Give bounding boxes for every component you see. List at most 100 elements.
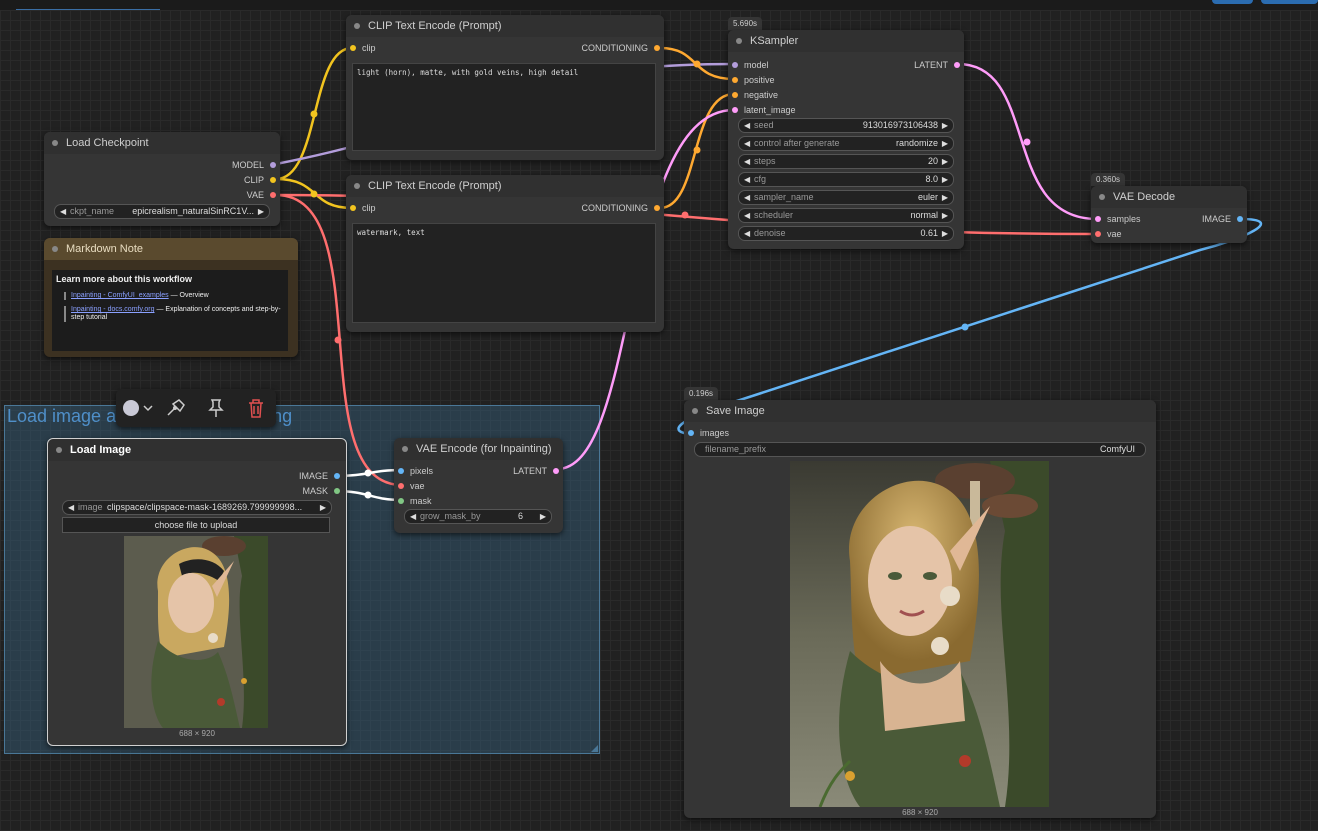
arrow-left-icon[interactable]: ◀ — [410, 510, 416, 523]
output-slot-latent[interactable]: LATENT — [513, 466, 559, 476]
input-slot-mask[interactable]: mask — [398, 496, 432, 506]
scheduler-widget[interactable]: ◀ scheduler normal ▶ — [738, 208, 954, 223]
top-action-button[interactable] — [1261, 0, 1318, 4]
slot-dot-icon[interactable] — [270, 162, 276, 168]
input-slot-clip[interactable]: clip — [350, 203, 376, 213]
arrow-right-icon[interactable]: ▶ — [942, 119, 948, 132]
examples-link[interactable]: Inpainting - ComfyUI_examples — [71, 292, 169, 299]
slot-dot-icon[interactable] — [553, 468, 559, 474]
input-slot-images[interactable]: images — [688, 428, 729, 438]
node-title[interactable]: VAE Encode (for Inpainting) — [394, 438, 563, 460]
output-image-preview[interactable] — [790, 461, 1049, 807]
input-slot-samples[interactable]: samples — [1095, 214, 1141, 224]
load-image-node[interactable]: Load Image IMAGE MASK ◀ image clipspace/… — [47, 438, 347, 746]
cfg-widget[interactable]: ◀ cfg 8.0 ▶ — [738, 172, 954, 187]
output-slot-image[interactable]: IMAGE — [1202, 214, 1243, 224]
slot-dot-icon[interactable] — [1095, 216, 1101, 222]
slot-dot-icon[interactable] — [398, 498, 404, 504]
slot-dot-icon[interactable] — [688, 430, 694, 436]
collapse-dot-icon[interactable] — [736, 38, 742, 44]
node-title[interactable]: KSampler — [728, 30, 964, 52]
slot-dot-icon[interactable] — [1095, 231, 1101, 237]
pin-button[interactable] — [204, 398, 228, 418]
top-action-button[interactable] — [1212, 0, 1253, 4]
arrow-right-icon[interactable]: ▶ — [942, 209, 948, 222]
input-slot-clip[interactable]: clip — [350, 43, 376, 53]
ckpt-name-combo[interactable]: ◀ ckpt_name epicrealism_naturalSinRC1V..… — [54, 204, 270, 219]
save-image-node[interactable]: Save Image images filename_prefix ComfyU… — [684, 400, 1156, 818]
bypass-button[interactable] — [164, 398, 188, 418]
color-picker-button[interactable] — [121, 398, 153, 418]
arrow-left-icon[interactable]: ◀ — [60, 205, 66, 218]
node-title[interactable]: Markdown Note — [44, 238, 298, 260]
arrow-right-icon[interactable]: ▶ — [942, 227, 948, 240]
slot-dot-icon[interactable] — [270, 192, 276, 198]
output-slot-conditioning[interactable]: CONDITIONING — [582, 43, 660, 53]
ksampler-node[interactable]: KSampler model positive negative latent_… — [728, 30, 964, 249]
node-title[interactable]: CLIP Text Encode (Prompt) — [346, 15, 664, 37]
output-slot-clip[interactable]: CLIP — [244, 175, 276, 185]
arrow-right-icon[interactable]: ▶ — [320, 501, 326, 514]
arrow-right-icon[interactable]: ▶ — [942, 155, 948, 168]
workflow-tab[interactable] — [16, 0, 160, 10]
node-title[interactable]: Load Checkpoint — [44, 132, 280, 154]
input-slot-negative[interactable]: negative — [732, 90, 778, 100]
load-checkpoint-node[interactable]: Load Checkpoint MODEL CLIP VAE ◀ ckpt_na… — [44, 132, 280, 226]
input-slot-vae[interactable]: vae — [1095, 229, 1122, 239]
input-image-preview[interactable] — [124, 536, 268, 728]
filename-prefix-widget[interactable]: filename_prefix ComfyUI — [694, 442, 1146, 457]
slot-dot-icon[interactable] — [732, 77, 738, 83]
collapse-dot-icon[interactable] — [52, 140, 58, 146]
arrow-left-icon[interactable]: ◀ — [744, 137, 750, 150]
slot-dot-icon[interactable] — [654, 45, 660, 51]
output-slot-image[interactable]: IMAGE — [299, 471, 340, 481]
slot-dot-icon[interactable] — [334, 473, 340, 479]
group-resize-handle[interactable] — [591, 745, 598, 752]
slot-dot-icon[interactable] — [654, 205, 660, 211]
arrow-right-icon[interactable]: ▶ — [942, 191, 948, 204]
slot-dot-icon[interactable] — [954, 62, 960, 68]
sampler-name-widget[interactable]: ◀ sampler_name euler ▶ — [738, 190, 954, 205]
output-slot-conditioning[interactable]: CONDITIONING — [582, 203, 660, 213]
slot-dot-icon[interactable] — [398, 483, 404, 489]
steps-widget[interactable]: ◀ steps 20 ▶ — [738, 154, 954, 169]
denoise-widget[interactable]: ◀ denoise 0.61 ▶ — [738, 226, 954, 241]
slot-dot-icon[interactable] — [732, 107, 738, 113]
input-slot-pixels[interactable]: pixels — [398, 466, 433, 476]
arrow-left-icon[interactable]: ◀ — [68, 501, 74, 514]
choose-file-upload-button[interactable]: choose file to upload — [62, 517, 330, 533]
node-title[interactable]: Save Image — [684, 400, 1156, 422]
collapse-dot-icon[interactable] — [354, 23, 360, 29]
collapse-dot-icon[interactable] — [692, 408, 698, 414]
collapse-dot-icon[interactable] — [354, 183, 360, 189]
prompt-textarea[interactable]: watermark, text — [352, 223, 656, 323]
input-slot-positive[interactable]: positive — [732, 75, 775, 85]
arrow-left-icon[interactable]: ◀ — [744, 209, 750, 222]
collapse-dot-icon[interactable] — [1099, 194, 1105, 200]
docs-link[interactable]: Inpainting - docs.comfy.org — [71, 306, 155, 313]
arrow-right-icon[interactable]: ▶ — [258, 205, 264, 218]
output-slot-vae[interactable]: VAE — [247, 190, 276, 200]
seed-widget[interactable]: ◀ seed 913016973106438 ▶ — [738, 118, 954, 133]
vae-decode-node[interactable]: VAE Decode samples vae IMAGE — [1091, 186, 1247, 243]
grow-mask-by-widget[interactable]: ◀ grow_mask_by 6 ▶ — [404, 509, 552, 524]
slot-dot-icon[interactable] — [350, 45, 356, 51]
control-after-generate-widget[interactable]: ◀ control after generate randomize ▶ — [738, 136, 954, 151]
slot-dot-icon[interactable] — [732, 92, 738, 98]
slot-dot-icon[interactable] — [350, 205, 356, 211]
slot-dot-icon[interactable] — [1237, 216, 1243, 222]
input-slot-latent-image[interactable]: latent_image — [732, 105, 796, 115]
output-slot-mask[interactable]: MASK — [302, 486, 340, 496]
arrow-right-icon[interactable]: ▶ — [942, 173, 948, 186]
markdown-note-node[interactable]: Markdown Note Learn more about this work… — [44, 238, 298, 357]
node-title[interactable]: VAE Decode — [1091, 186, 1247, 208]
image-combo[interactable]: ◀ image clipspace/clipspace-mask-1689269… — [62, 500, 332, 515]
arrow-left-icon[interactable]: ◀ — [744, 155, 750, 168]
clip-text-encode-negative-node[interactable]: CLIP Text Encode (Prompt) clip CONDITION… — [346, 175, 664, 332]
node-title[interactable]: Load Image — [48, 439, 346, 461]
slot-dot-icon[interactable] — [270, 177, 276, 183]
input-slot-vae[interactable]: vae — [398, 481, 425, 491]
output-slot-latent[interactable]: LATENT — [914, 60, 960, 70]
collapse-dot-icon[interactable] — [56, 447, 62, 453]
vae-encode-inpainting-node[interactable]: VAE Encode (for Inpainting) pixels vae m… — [394, 438, 563, 533]
